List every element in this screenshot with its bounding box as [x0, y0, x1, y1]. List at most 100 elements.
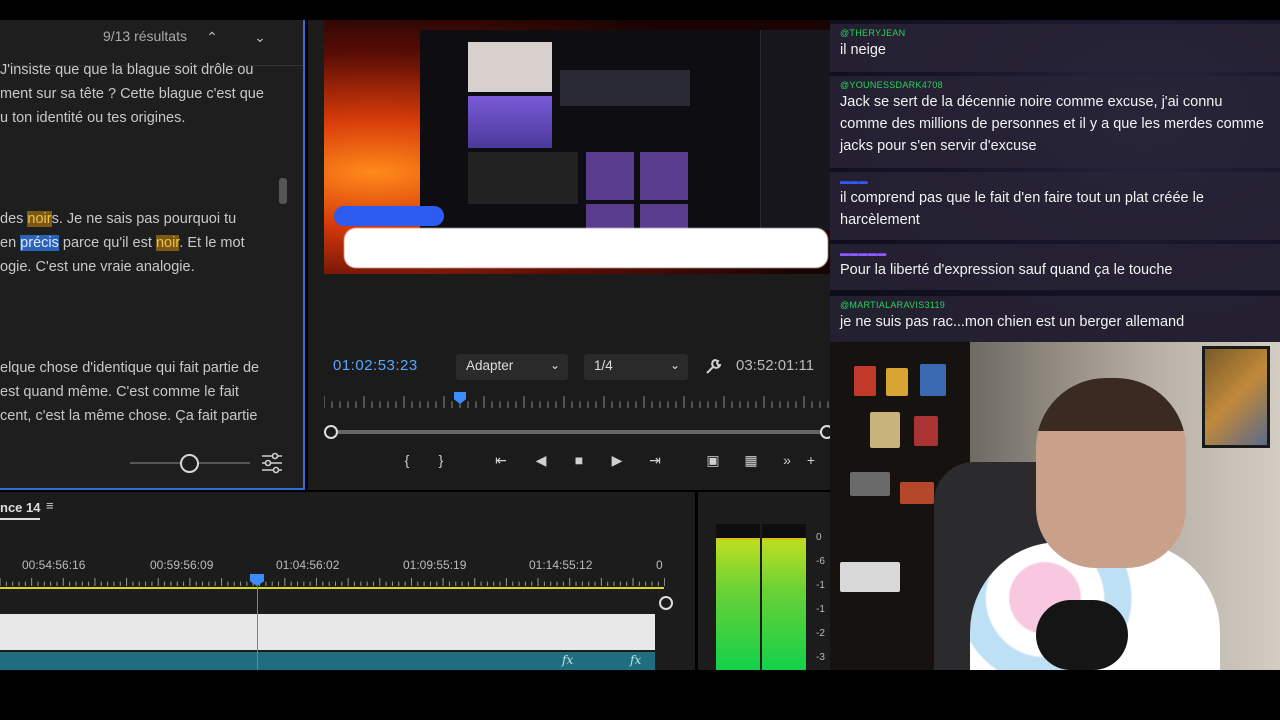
chat-username: ▬▬▬: [840, 176, 868, 186]
chat-message: ▬▬▬▬▬ Pour la liberté d'expression sauf …: [830, 244, 1280, 290]
letterbox-bar: [0, 670, 1280, 720]
sequence-tab[interactable]: nce 14: [0, 500, 40, 515]
embedded-sidebar: [760, 30, 830, 230]
chat-username: @YOUNESSDARK4708: [840, 80, 943, 90]
meter-label: -6: [816, 556, 825, 567]
meter-label: -2: [816, 628, 825, 639]
chat-username: @THERYJEAN: [840, 28, 906, 38]
participant-tile: [640, 204, 688, 230]
program-video-frame[interactable]: [324, 20, 830, 274]
participant-tile: [586, 152, 634, 200]
resolution-select-value: 1/4: [594, 358, 613, 373]
transcript-scrollbar[interactable]: [279, 178, 287, 204]
current-timecode[interactable]: 01:02:53:23: [333, 357, 418, 374]
shelf-box: [840, 562, 900, 592]
chevron-down-icon: ⌄: [549, 358, 560, 372]
step-back-icon[interactable]: ◀: [530, 450, 552, 470]
meter-label: -1: [816, 604, 825, 615]
stream-chat: @THERYJEAN il neige @YOUNESSDARK4708 Jac…: [830, 20, 1280, 342]
go-to-out-icon[interactable]: ⇥: [644, 450, 666, 470]
transcript-paragraph[interactable]: elque chose d'identique qui fait partie …: [0, 356, 290, 428]
chat-text: Jack se sert de la décennie noire comme …: [840, 94, 1264, 154]
wrench-icon[interactable]: [704, 358, 722, 376]
panel-menu-icon[interactable]: ≡: [46, 499, 58, 512]
timeline-timecode: 01:04:56:02: [276, 558, 340, 572]
shelf-box: [870, 412, 900, 448]
more-controls-icon[interactable]: »: [776, 450, 798, 470]
timeline-timecode: 01:09:55:19: [403, 558, 467, 572]
wall-poster: [1202, 346, 1270, 448]
shelf-box: [920, 364, 946, 396]
chat-username-pill: [334, 206, 444, 226]
stop-icon[interactable]: ■: [568, 450, 590, 470]
chat-card: [468, 96, 552, 148]
transcript-line: elque chose d'identique qui fait partie …: [0, 360, 260, 376]
fx-badge: fx: [562, 653, 574, 667]
fit-select[interactable]: Adapter ⌄: [456, 354, 568, 380]
timeline-playhead-line: [257, 586, 258, 670]
meter-cap: [716, 524, 760, 538]
transcript-line: des noirs. Je ne sais pas pourquoi tu: [0, 211, 237, 227]
zoom-slider-knob[interactable]: [180, 454, 199, 473]
transcript-paragraph[interactable]: des noirs. Je ne sais pas pourquoi tu en…: [0, 207, 290, 279]
audio-clip[interactable]: [0, 652, 655, 670]
shelf-box: [886, 368, 908, 396]
webcam-feed: [830, 342, 1280, 670]
shelf-box: [854, 366, 876, 396]
sequence-tab-underline: [0, 518, 40, 520]
transcript-paragraph[interactable]: J'insiste que que la blague soit drôle o…: [0, 58, 290, 130]
chat-message: @YOUNESSDARK4708 Jack se sert de la déce…: [830, 76, 1280, 168]
step-forward-icon[interactable]: ▶: [606, 450, 628, 470]
transcript-line: cent, c'est la même chose. Ça fait parti…: [0, 408, 258, 424]
fit-select-value: Adapter: [466, 358, 514, 373]
participant-tile: [640, 152, 688, 200]
go-to-in-icon[interactable]: ⇤: [490, 450, 512, 470]
sliders-settings-icon[interactable]: [260, 452, 284, 474]
mark-in-icon[interactable]: {: [396, 450, 418, 470]
search-match: noir: [27, 211, 52, 227]
chevron-down-icon[interactable]: ⌄: [249, 26, 271, 48]
selected-word: précis: [20, 235, 59, 251]
timeline-timecode: 01:14:55:12: [529, 558, 593, 572]
chat-text: Pour la liberté d'expression sauf quand …: [840, 262, 1173, 278]
transcript-line: en précis parce qu'il est noir. Et le mo…: [0, 235, 245, 251]
embedded-screen-capture: [420, 30, 830, 230]
insert-icon[interactable]: ▣: [702, 450, 724, 470]
scrub-in-handle[interactable]: [324, 425, 338, 439]
shelf-box: [850, 472, 890, 496]
timeline-zoom-handle[interactable]: [659, 596, 673, 610]
work-area-bar[interactable]: [0, 587, 664, 589]
chat-text: il comprend pas que le fait d'en faire t…: [840, 190, 1204, 228]
video-clip[interactable]: [0, 614, 655, 650]
duration-timecode: 03:52:01:11: [736, 357, 815, 374]
transcript-line: u ton identité ou tes origines.: [0, 110, 186, 126]
meter-cap: [762, 524, 806, 538]
chevron-down-icon: ⌄: [669, 358, 680, 372]
transcript-line: ogie. C'est une vraie analogie.: [0, 259, 195, 275]
audio-meter: 0 -6 -1 -1 -2 -3: [698, 492, 830, 670]
program-monitor: 01:02:53:23 Adapter ⌄ 1/4 ⌄ 03:52:01:11 …: [308, 20, 834, 490]
transcript-line: ment sur sa tête ? Cette blague c'est qu…: [0, 86, 264, 102]
chevron-up-icon[interactable]: ⌃: [201, 26, 223, 48]
mark-out-icon[interactable]: }: [430, 450, 452, 470]
monitor-scrub-bar[interactable]: [332, 430, 826, 434]
transcript-line: est quand même. C'est comme le fait: [0, 384, 239, 400]
resolution-select[interactable]: 1/4 ⌄: [584, 354, 688, 380]
peak-indicator: [762, 538, 806, 540]
overwrite-icon[interactable]: ▦: [740, 450, 762, 470]
chat-text: je ne suis pas rac...mon chien est un be…: [840, 314, 1185, 330]
microphone: [1036, 600, 1128, 670]
streamer-head: [1036, 378, 1186, 568]
meter-label: -3: [816, 652, 825, 663]
chat-message: @THERYJEAN il neige: [830, 24, 1280, 72]
meter-label: 0: [816, 532, 822, 543]
chat-text: il neige: [840, 42, 886, 58]
monitor-time-ruler[interactable]: [324, 396, 830, 408]
timeline-ruler[interactable]: [0, 578, 665, 586]
text-block: [560, 70, 690, 106]
audio-meter-left: [716, 524, 760, 670]
timeline-timecode: 0: [656, 558, 663, 572]
transcript-line: J'insiste que que la blague soit drôle o…: [0, 62, 254, 78]
audio-meter-right: [762, 524, 806, 670]
add-button-icon[interactable]: +: [800, 450, 822, 470]
